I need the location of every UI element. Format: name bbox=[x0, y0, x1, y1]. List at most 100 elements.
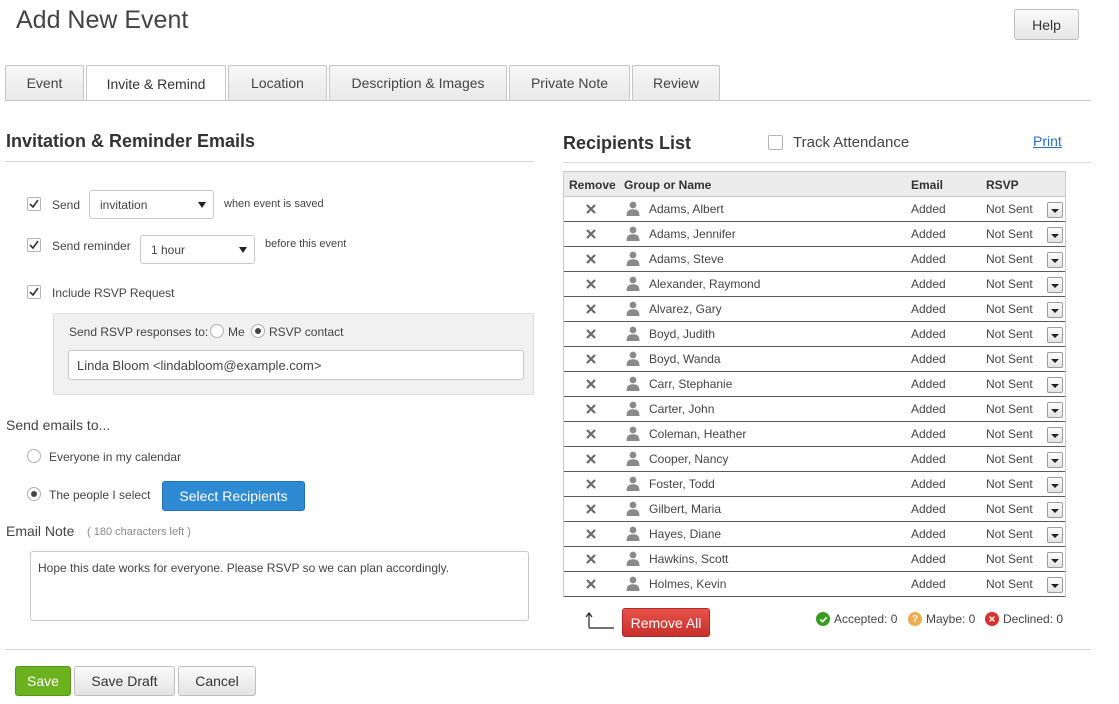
help-button[interactable]: Help bbox=[1014, 9, 1079, 40]
email-note-textarea[interactable]: Hope this date works for everyone. Pleas… bbox=[30, 551, 529, 621]
close-icon[interactable] bbox=[585, 453, 597, 465]
recipient-name: Carr, Stephanie bbox=[649, 377, 733, 391]
chevron-down-icon bbox=[239, 246, 247, 253]
rsvp-dropdown-button[interactable] bbox=[1047, 202, 1063, 218]
recipient-name: Alvarez, Gary bbox=[649, 302, 722, 316]
close-icon[interactable] bbox=[585, 328, 597, 340]
close-icon[interactable] bbox=[585, 353, 597, 365]
recipient-rsvp-status: Not Sent bbox=[986, 227, 1033, 241]
close-icon[interactable] bbox=[585, 378, 597, 390]
close-icon[interactable] bbox=[585, 303, 597, 315]
rsvp-contact-label: RSVP contact bbox=[269, 325, 344, 339]
rsvp-dropdown-button[interactable] bbox=[1047, 327, 1063, 343]
tab-review[interactable]: Review bbox=[632, 65, 720, 100]
table-row: Adams, Jennifer Added Not Sent bbox=[564, 222, 1065, 247]
cancel-button[interactable]: Cancel bbox=[178, 666, 256, 696]
recipient-rsvp-status: Not Sent bbox=[986, 202, 1033, 216]
rsvp-dropdown-button[interactable] bbox=[1047, 252, 1063, 268]
check-icon bbox=[29, 287, 39, 297]
close-icon[interactable] bbox=[585, 203, 597, 215]
person-icon bbox=[626, 476, 640, 491]
table-row: Carter, John Added Not Sent bbox=[564, 397, 1065, 422]
rsvp-dropdown-button[interactable] bbox=[1047, 452, 1063, 468]
close-icon[interactable] bbox=[585, 403, 597, 415]
table-row: Hawkins, Scott Added Not Sent bbox=[564, 547, 1065, 572]
rsvp-dropdown-button[interactable] bbox=[1047, 302, 1063, 318]
recipient-email-status: Added bbox=[911, 302, 946, 316]
rsvp-dropdown-button[interactable] bbox=[1047, 427, 1063, 443]
close-icon[interactable] bbox=[585, 528, 597, 540]
tab-location[interactable]: Location bbox=[228, 65, 327, 100]
close-icon[interactable] bbox=[585, 553, 597, 565]
rsvp-dropdown-button[interactable] bbox=[1047, 552, 1063, 568]
tab-description-images[interactable]: Description & Images bbox=[329, 65, 507, 100]
page-title: Add New Event bbox=[16, 6, 189, 34]
rsvp-checkbox[interactable] bbox=[27, 285, 41, 299]
send-suffix: when event is saved bbox=[224, 198, 324, 210]
save-draft-button[interactable]: Save Draft bbox=[74, 666, 175, 696]
rsvp-dropdown-button[interactable] bbox=[1047, 577, 1063, 593]
save-button[interactable]: Save bbox=[15, 666, 71, 696]
close-icon[interactable] bbox=[585, 503, 597, 515]
close-icon[interactable] bbox=[585, 253, 597, 265]
tab-event[interactable]: Event bbox=[5, 65, 84, 100]
people-select-radio[interactable] bbox=[27, 487, 41, 501]
accepted-stat: Accepted: 0 bbox=[816, 612, 897, 626]
rsvp-dropdown-button[interactable] bbox=[1047, 402, 1063, 418]
everyone-radio[interactable] bbox=[27, 449, 41, 463]
recipients-divider bbox=[563, 162, 1091, 163]
send-checkbox[interactable] bbox=[27, 197, 41, 211]
rsvp-contact-radio[interactable] bbox=[251, 324, 265, 338]
tab-private-note[interactable]: Private Note bbox=[509, 65, 630, 100]
close-icon[interactable] bbox=[585, 278, 597, 290]
rsvp-dropdown-button[interactable] bbox=[1047, 477, 1063, 493]
recipient-rsvp-status: Not Sent bbox=[986, 402, 1033, 416]
invitation-divider bbox=[5, 161, 534, 162]
rsvp-dropdown-button[interactable] bbox=[1047, 377, 1063, 393]
recipient-rsvp-status: Not Sent bbox=[986, 377, 1033, 391]
person-icon bbox=[626, 501, 640, 516]
send-label: Send bbox=[52, 198, 81, 212]
rsvp-dropdown-button[interactable] bbox=[1047, 227, 1063, 243]
rsvp-dropdown-button[interactable] bbox=[1047, 502, 1063, 518]
x-circle-icon bbox=[985, 612, 999, 626]
recipient-rsvp-status: Not Sent bbox=[986, 452, 1033, 466]
close-icon[interactable] bbox=[585, 478, 597, 490]
question-circle-icon: ? bbox=[908, 612, 922, 626]
table-row: Carr, Stephanie Added Not Sent bbox=[564, 372, 1065, 397]
table-row: Adams, Albert Added Not Sent bbox=[564, 197, 1065, 222]
remove-all-button[interactable]: Remove All bbox=[622, 608, 710, 637]
reminder-time-select[interactable]: 1 hour bbox=[140, 235, 255, 264]
rsvp-contact-input[interactable]: Linda Bloom <lindabloom@example.com> bbox=[68, 350, 524, 380]
corner-arrow-icon bbox=[585, 612, 614, 629]
close-icon[interactable] bbox=[585, 428, 597, 440]
close-icon[interactable] bbox=[585, 578, 597, 590]
person-icon bbox=[626, 401, 640, 416]
person-icon bbox=[626, 376, 640, 391]
chars-left: ( 180 characters left ) bbox=[87, 526, 191, 538]
select-recipients-button[interactable]: Select Recipients bbox=[162, 481, 305, 511]
person-icon bbox=[626, 551, 640, 566]
person-icon bbox=[626, 201, 640, 216]
reminder-label: Send reminder bbox=[52, 239, 131, 253]
recipient-email-status: Added bbox=[911, 352, 946, 366]
check-circle-icon bbox=[816, 612, 830, 626]
footer-divider bbox=[5, 649, 1091, 650]
print-link[interactable]: Print bbox=[1033, 133, 1062, 149]
person-icon bbox=[626, 326, 640, 341]
recipient-name: Alexander, Raymond bbox=[649, 277, 761, 291]
rsvp-dropdown-button[interactable] bbox=[1047, 277, 1063, 293]
tab-invite-remind[interactable]: Invite & Remind bbox=[86, 65, 226, 101]
recipient-rsvp-status: Not Sent bbox=[986, 552, 1033, 566]
table-row: Alvarez, Gary Added Not Sent bbox=[564, 297, 1065, 322]
recipient-name: Foster, Todd bbox=[649, 477, 715, 491]
rsvp-me-radio[interactable] bbox=[210, 324, 224, 338]
close-icon[interactable] bbox=[585, 228, 597, 240]
everyone-label: Everyone in my calendar bbox=[49, 450, 182, 464]
rsvp-dropdown-button[interactable] bbox=[1047, 527, 1063, 543]
track-attendance-checkbox[interactable] bbox=[768, 135, 783, 150]
reminder-checkbox[interactable] bbox=[27, 238, 41, 252]
reminder-time-value: 1 hour bbox=[151, 242, 186, 257]
rsvp-dropdown-button[interactable] bbox=[1047, 352, 1063, 368]
send-type-select[interactable]: invitation bbox=[89, 190, 214, 219]
